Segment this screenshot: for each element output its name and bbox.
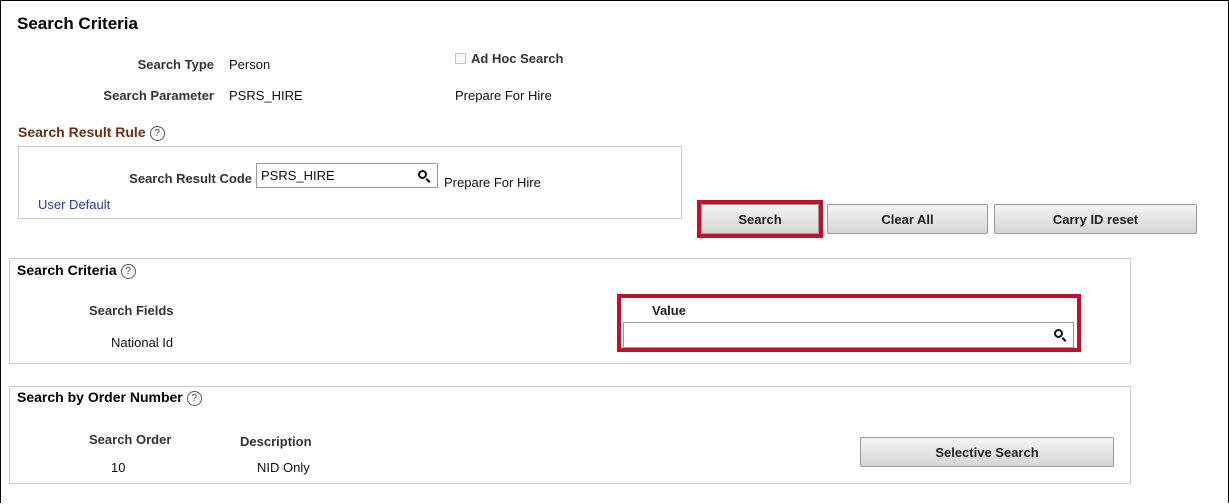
search-button[interactable]: Search [701, 204, 819, 234]
search-result-code-input[interactable]: PSRS_HIRE [256, 163, 438, 188]
search-type-label: Search Type [137, 57, 214, 72]
carry-id-reset-button[interactable]: Carry ID reset [994, 204, 1197, 234]
search-result-code-label: Search Result Code [129, 171, 252, 186]
search-type-value: Person [229, 57, 271, 72]
national-id-value-input[interactable] [623, 322, 1074, 348]
search-parameter-label: Search Parameter [103, 88, 214, 103]
search-criteria-title-text: Search Criteria [17, 262, 117, 278]
description-header: Description [240, 434, 312, 449]
page-title: Search Criteria [17, 14, 138, 33]
help-circle-icon[interactable]: ? [120, 264, 136, 279]
help-circle-icon[interactable]: ? [186, 391, 202, 406]
selective-search-button[interactable]: Selective Search [860, 437, 1114, 467]
user-default-link[interactable]: User Default [38, 197, 110, 212]
order-number-section-title: Search by Order Number? [17, 389, 202, 406]
ad-hoc-search-label: Ad Hoc Search [471, 51, 564, 66]
search-result-code-value: PSRS_HIRE [261, 168, 335, 183]
search-result-code-description: Prepare For Hire [444, 175, 541, 190]
search-criteria-section-title: Search Criteria? [17, 262, 136, 279]
clear-all-button[interactable]: Clear All [827, 204, 988, 234]
magnifier-icon[interactable] [1054, 329, 1063, 338]
search-fields-header: Search Fields [89, 303, 174, 318]
search-parameter-description: Prepare For Hire [455, 88, 552, 103]
result-rule-title: Search Result Rule? [18, 124, 165, 141]
magnifier-icon[interactable] [418, 170, 427, 179]
order-row-description: NID Only [257, 460, 310, 475]
search-parameter-value: PSRS_HIRE [229, 88, 303, 103]
search-order-header: Search Order [89, 432, 172, 447]
ad-hoc-search-checkbox[interactable] [455, 53, 466, 64]
value-header: Value [652, 303, 686, 318]
national-id-label: National Id [111, 335, 174, 350]
order-row-number: 10 [111, 460, 126, 475]
help-circle-icon[interactable]: ? [149, 126, 165, 141]
order-number-title-text: Search by Order Number [17, 389, 183, 405]
result-rule-title-text: Search Result Rule [18, 124, 146, 140]
